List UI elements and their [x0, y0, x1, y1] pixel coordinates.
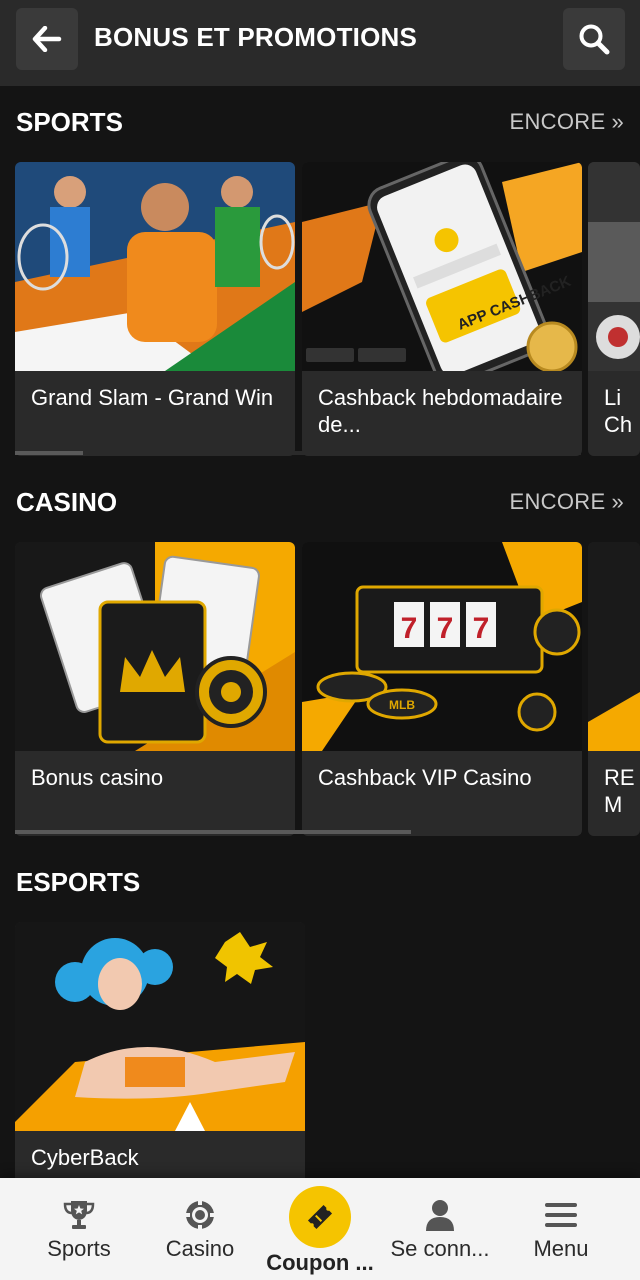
back-button[interactable]: [16, 8, 78, 70]
nav-label: Sports: [47, 1236, 111, 1261]
grand-slam-image: [15, 162, 295, 371]
double-chevron-right-icon: »: [611, 489, 624, 514]
cyberback-image: [15, 922, 305, 1131]
sports-section-header: SPORTS ENCORE »: [16, 102, 624, 142]
bottom-navigation: Sports Casino Coupon ... Se conn... Menu: [0, 1178, 640, 1280]
sports-more-link[interactable]: ENCORE »: [510, 109, 624, 135]
partial-card-image: [588, 542, 640, 751]
casino-chip-icon: [185, 1200, 215, 1230]
promo-card-partial[interactable]: Li Ch: [588, 162, 640, 456]
promo-card-partial[interactable]: RE M: [588, 542, 640, 836]
promo-card[interactable]: CyberBack: [15, 922, 305, 1216]
casino-scroll-indicator: [15, 830, 411, 834]
more-label: ENCORE: [509, 109, 606, 134]
card-title: Cashback hebdomadaire de...: [318, 385, 563, 437]
section-title: CASINO: [16, 486, 118, 517]
card-title: RE M: [604, 765, 635, 817]
promo-card[interactable]: Grand Slam - Grand Win: [15, 162, 295, 456]
nav-casino[interactable]: Casino: [136, 1178, 264, 1280]
sports-scroll-indicator: [15, 451, 83, 455]
menu-icon: [545, 1203, 577, 1227]
coupon-button[interactable]: [289, 1186, 351, 1248]
partial-card-image: [588, 162, 640, 371]
promo-card[interactable]: 7 7 7 MLB Cashback VIP Casino: [302, 542, 582, 836]
search-icon: [579, 24, 610, 55]
nav-coupon[interactable]: Coupon ...: [256, 1178, 384, 1280]
page-title: BONUS ET PROMOTIONS: [94, 22, 418, 52]
card-title: Grand Slam - Grand Win: [31, 385, 274, 410]
top-bar: BONUS ET PROMOTIONS: [0, 0, 640, 86]
promo-card[interactable]: Bonus casino: [15, 542, 295, 836]
arrow-left-icon: [32, 26, 62, 52]
card-title: CyberBack: [31, 1145, 139, 1170]
casino-section-header: CASINO ENCORE »: [16, 482, 624, 522]
vip-casino-image: 7 7 7 MLB: [302, 542, 582, 751]
nav-menu[interactable]: Menu: [497, 1178, 625, 1280]
trophy-icon: [63, 1201, 95, 1229]
promo-card[interactable]: APP CASHBACK Cashback hebdomadaire de...: [302, 162, 582, 456]
card-title: Li Ch: [604, 385, 633, 437]
search-button[interactable]: [563, 8, 625, 70]
nav-label: Casino: [165, 1236, 235, 1261]
more-label: ENCORE: [509, 489, 606, 514]
app-cashback-image: APP CASHBACK: [302, 162, 582, 371]
card-title: Bonus casino: [31, 765, 164, 790]
nav-sports[interactable]: Sports: [15, 1178, 143, 1280]
section-title: ESPORTS: [16, 866, 141, 897]
bonus-casino-image: [15, 542, 295, 751]
card-title: Cashback VIP Casino: [318, 765, 532, 790]
sports-scroll-track: [15, 451, 581, 455]
nav-label: Coupon ...: [266, 1250, 374, 1275]
casino-more-link[interactable]: ENCORE »: [510, 489, 624, 515]
nav-login[interactable]: Se conn...: [376, 1178, 504, 1280]
promotions-page: BONUS ET PROMOTIONS SPORTS ENCORE » Gran…: [0, 0, 640, 1280]
slot-digit: 7: [473, 612, 490, 645]
ticket-icon: [307, 1204, 333, 1230]
nav-label: Se conn...: [390, 1236, 490, 1261]
esports-section-header: ESPORTS: [16, 862, 624, 902]
slot-digit: 7: [401, 612, 418, 645]
slot-digit: 7: [437, 612, 454, 645]
chip-label: MLB: [389, 698, 415, 712]
section-title: SPORTS: [16, 106, 123, 137]
user-icon: [426, 1200, 454, 1231]
double-chevron-right-icon: »: [611, 109, 624, 134]
nav-label: Menu: [533, 1236, 589, 1261]
